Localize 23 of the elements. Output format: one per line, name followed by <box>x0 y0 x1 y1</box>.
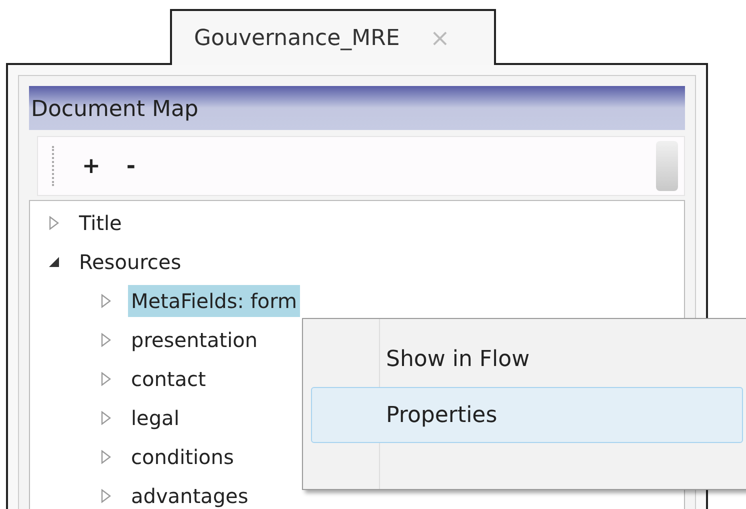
toolbar-button[interactable]: + <box>82 150 96 182</box>
tree-item[interactable]: conditions <box>128 440 237 472</box>
tree-item[interactable]: Title <box>76 206 125 238</box>
collapsed-triangle-icon[interactable] <box>48 216 60 230</box>
toolbar-button[interactable]: - <box>124 150 138 182</box>
tree-item[interactable]: MetaFields: form <box>128 284 300 316</box>
collapsed-triangle-icon[interactable] <box>100 294 112 308</box>
menu-item[interactable]: Show in Flow <box>311 331 743 387</box>
tree-item[interactable]: presentation <box>128 324 261 356</box>
tree-item[interactable]: Resources <box>76 246 184 278</box>
tree-item[interactable]: advantages <box>128 480 252 509</box>
collapsed-triangle-icon[interactable] <box>100 410 112 424</box>
overflow-icon[interactable] <box>656 141 678 191</box>
tree-item[interactable]: legal <box>128 402 182 434</box>
collapsed-triangle-icon[interactable] <box>100 488 112 502</box>
collapsed-triangle-icon[interactable] <box>100 450 112 464</box>
collapsed-triangle-icon[interactable] <box>100 372 112 386</box>
tree-item[interactable]: contact <box>128 362 209 394</box>
collapsed-triangle-icon[interactable] <box>100 332 112 346</box>
panel-title: Document Map <box>29 86 685 130</box>
document-tab[interactable]: Gouvernance_MRE × <box>170 9 496 65</box>
expanded-triangle-icon[interactable] <box>48 256 60 268</box>
menu-item[interactable]: Properties <box>311 387 743 443</box>
